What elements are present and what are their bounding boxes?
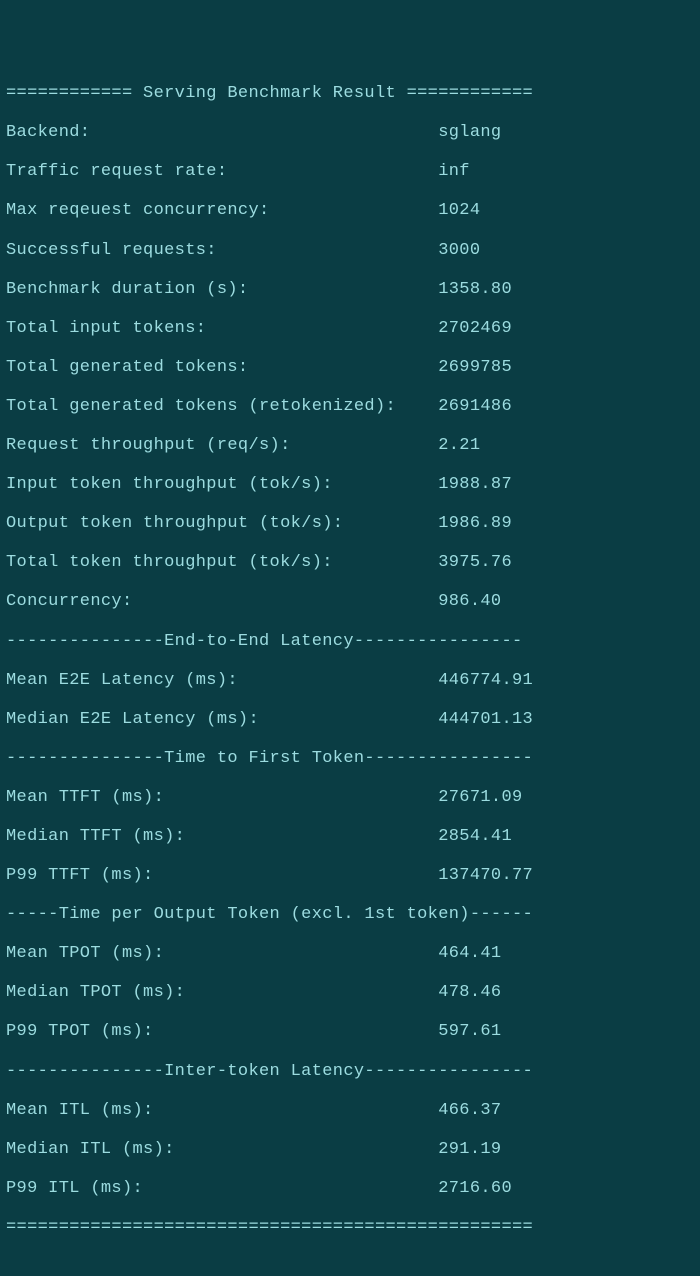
stat-label: Median TPOT (ms): (6, 983, 438, 1002)
stat-row: P99 ITL (ms): 2716.60 (6, 1179, 694, 1199)
stat-label: P99 TPOT (ms): (6, 1022, 438, 1041)
stat-value: 2854.41 (438, 827, 512, 846)
stat-row: Mean TPOT (ms): 464.41 (6, 944, 694, 964)
stat-label: P99 TTFT (ms): (6, 866, 438, 885)
stat-value: 1358.80 (438, 280, 512, 299)
stat-value: 2691486 (438, 397, 512, 416)
stat-label: Mean TTFT (ms): (6, 788, 438, 807)
stat-row: Total generated tokens: 2699785 (6, 358, 694, 378)
stat-row: Max reqeuest concurrency: 1024 (6, 201, 694, 221)
section-divider: ---------------Inter-token Latency------… (6, 1062, 694, 1082)
title-divider: ============ Serving Benchmark Result ==… (6, 84, 694, 104)
stat-label: Concurrency: (6, 592, 438, 611)
stat-label: Total generated tokens: (6, 358, 438, 377)
stat-value: 2.21 (438, 436, 480, 455)
stat-row: Benchmark duration (s): 1358.80 (6, 280, 694, 300)
stat-row: P99 TTFT (ms): 137470.77 (6, 866, 694, 886)
section-divider: ---------------End-to-End Latency-------… (6, 632, 694, 652)
stat-row: Mean ITL (ms): 466.37 (6, 1101, 694, 1121)
stat-value: 3975.76 (438, 553, 512, 572)
stat-row: Median TPOT (ms): 478.46 (6, 983, 694, 1003)
stat-value: 597.61 (438, 1022, 501, 1041)
stat-value: 27671.09 (438, 788, 522, 807)
stat-label: P99 ITL (ms): (6, 1179, 438, 1198)
stat-value: 2702469 (438, 319, 512, 338)
stat-label: Request throughput (req/s): (6, 436, 438, 455)
footer-divider: ========================================… (6, 1218, 694, 1238)
stat-row: Median ITL (ms): 291.19 (6, 1140, 694, 1160)
stat-row: Request throughput (req/s): 2.21 (6, 436, 694, 456)
stat-value: 1024 (438, 201, 480, 220)
stat-label: Successful requests: (6, 241, 438, 260)
stat-label: Mean ITL (ms): (6, 1101, 438, 1120)
stat-label: Input token throughput (tok/s): (6, 475, 438, 494)
stat-value: 986.40 (438, 592, 501, 611)
stat-label: Backend: (6, 123, 438, 142)
stat-label: Traffic request rate: (6, 162, 438, 181)
stat-value: sglang (438, 123, 501, 142)
stat-row: P99 TPOT (ms): 597.61 (6, 1022, 694, 1042)
stat-row: Traffic request rate: inf (6, 162, 694, 182)
stat-value: 464.41 (438, 944, 501, 963)
stat-label: Median E2E Latency (ms): (6, 710, 438, 729)
stat-value: 446774.91 (438, 671, 533, 690)
stat-row: Concurrency: 986.40 (6, 592, 694, 612)
stat-value: inf (438, 162, 470, 181)
stat-value: 444701.13 (438, 710, 533, 729)
stat-label: Total input tokens: (6, 319, 438, 338)
stat-value: 478.46 (438, 983, 501, 1002)
stat-row: Median E2E Latency (ms): 444701.13 (6, 710, 694, 730)
stat-label: Output token throughput (tok/s): (6, 514, 438, 533)
stat-row: Output token throughput (tok/s): 1986.89 (6, 514, 694, 534)
section-divider: -----Time per Output Token (excl. 1st to… (6, 905, 694, 925)
stat-label: Median ITL (ms): (6, 1140, 438, 1159)
stat-value: 2716.60 (438, 1179, 512, 1198)
stat-label: Median TTFT (ms): (6, 827, 438, 846)
stat-row: Successful requests: 3000 (6, 241, 694, 261)
stat-row: Total input tokens: 2702469 (6, 319, 694, 339)
stat-row: Median TTFT (ms): 2854.41 (6, 827, 694, 847)
stat-label: Benchmark duration (s): (6, 280, 438, 299)
stat-label: Max reqeuest concurrency: (6, 201, 438, 220)
stat-label: Total token throughput (tok/s): (6, 553, 438, 572)
stat-row: Total token throughput (tok/s): 3975.76 (6, 553, 694, 573)
stat-value: 1986.89 (438, 514, 512, 533)
stat-row: Mean E2E Latency (ms): 446774.91 (6, 671, 694, 691)
stat-row: Mean TTFT (ms): 27671.09 (6, 788, 694, 808)
stat-label: Mean E2E Latency (ms): (6, 671, 438, 690)
stat-label: Mean TPOT (ms): (6, 944, 438, 963)
stat-row: Backend: sglang (6, 123, 694, 143)
stat-row: Total generated tokens (retokenized): 26… (6, 397, 694, 417)
stat-value: 291.19 (438, 1140, 501, 1159)
stat-label: Total generated tokens (retokenized): (6, 397, 438, 416)
stat-row: Input token throughput (tok/s): 1988.87 (6, 475, 694, 495)
stat-value: 3000 (438, 241, 480, 260)
stat-value: 1988.87 (438, 475, 512, 494)
section-divider: ---------------Time to First Token------… (6, 749, 694, 769)
stat-value: 2699785 (438, 358, 512, 377)
stat-value: 466.37 (438, 1101, 501, 1120)
stat-value: 137470.77 (438, 866, 533, 885)
